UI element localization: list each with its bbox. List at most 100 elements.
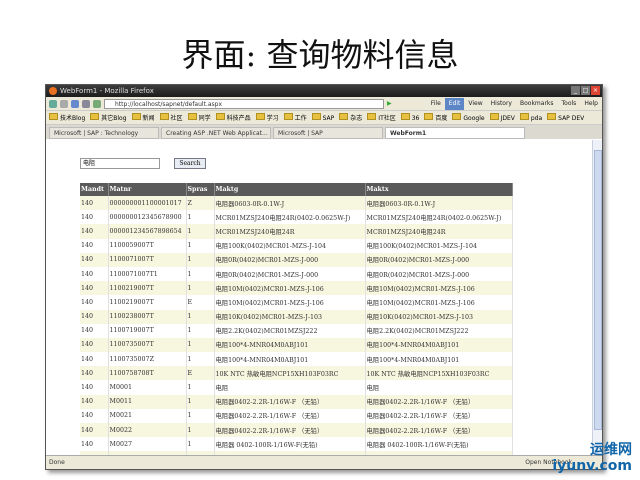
reload-icon[interactable] xyxy=(71,99,79,108)
tab-item[interactable]: Microsoft | SAP xyxy=(273,127,383,139)
cell-maktx: MCR01MZSJ240电阻24R(0402-0.0625W-J) xyxy=(365,210,513,225)
tab-item[interactable]: WebForm1 xyxy=(385,127,525,139)
search-input[interactable]: 电阻 xyxy=(80,158,160,169)
cell-matnr: 1100071007T xyxy=(108,252,187,267)
tab-item[interactable]: Creating ASP .NET Web Applicat... xyxy=(161,127,271,139)
bookmark-item[interactable]: JDEV xyxy=(490,113,515,122)
watermark-en: iyunv.com xyxy=(552,458,632,474)
go-icon[interactable]: ▶ xyxy=(387,100,392,107)
cell-maktx: 电阻10K(0402)MCR01-MZS-J-103 xyxy=(365,309,513,324)
column-header-maktg[interactable]: Maktg xyxy=(214,183,366,196)
cell-maktx: 电阻器0603-0R-0.1W-J xyxy=(365,196,513,211)
cell-mandt: 140 xyxy=(80,366,109,381)
column-header-maktx[interactable]: Maktx xyxy=(365,183,513,196)
bookmark-item[interactable]: pda xyxy=(520,113,542,122)
cell-matnr: 1100219007T xyxy=(108,281,187,296)
cell-mandt: 140 xyxy=(80,266,109,282)
cell-mandt: 140 xyxy=(80,252,109,267)
bookmark-item[interactable]: 技术Blog xyxy=(49,113,85,122)
minimize-button[interactable]: _ xyxy=(571,86,580,95)
cell-spras: 1 xyxy=(186,380,215,395)
bookmark-item[interactable]: 社区 xyxy=(160,113,183,122)
bookmark-item[interactable]: 科技产品 xyxy=(216,113,251,122)
cell-maktx: MCR01MZSJ240电阻24R xyxy=(365,224,513,239)
bookmark-item[interactable]: 新闻 xyxy=(132,113,155,122)
home-icon[interactable] xyxy=(93,99,101,108)
table-row: 140 1100071007T 1 电阻0R(0402)MCR01-MZS-J-000… xyxy=(80,252,513,267)
watermark: 运维网 iyunv.com xyxy=(552,442,632,474)
cell-maktg: 电阻10K(0402)MCR01-MZS-J-103 xyxy=(214,309,366,324)
bookmark-item[interactable]: 工作 xyxy=(284,113,307,122)
column-header-matnr[interactable]: Matnr xyxy=(108,183,187,196)
search-button[interactable]: Search xyxy=(174,158,206,169)
cell-matnr: 1100219007T xyxy=(108,295,187,310)
bookmark-item[interactable]: Google xyxy=(452,113,484,122)
cell-maktx: 电阻100*4-MNR04M0ABJ101 xyxy=(365,352,513,367)
tab-item[interactable]: Microsoft | SAP : Technology xyxy=(49,127,159,139)
cell-maktx: 电阻器0402-2.2R-1/16W-F （无铅） xyxy=(365,394,513,409)
cell-maktx: 电阻器 0402-100R-1/16W-F(无铅) xyxy=(365,437,513,452)
table-row: 140 1100735007Z 1 电阻100*4-MNR04M0ABJ101 电阻10… xyxy=(80,352,513,367)
close-button[interactable]: × xyxy=(591,86,600,95)
cell-matnr: 1100719007T xyxy=(108,323,187,338)
firefox-icon xyxy=(49,87,57,95)
cell-mandt: 140 xyxy=(80,423,109,438)
table-row: 140 M0027 1 电阻器 0402-100R-1/16W-F(无铅) 电阻器 04… xyxy=(80,437,513,452)
cell-matnr: 000000012345678900 xyxy=(108,210,187,225)
menu-tools[interactable]: Tools xyxy=(558,98,581,110)
cell-spras: 1 xyxy=(186,423,215,438)
bookmark-item[interactable]: 杂志 xyxy=(339,113,362,122)
table-row: 140 1100059007T 1 电阻100K(0402)MCR01-MZS-J-1… xyxy=(80,238,513,253)
cell-spras: 1 xyxy=(186,394,215,409)
nav-toolbar: http://localhost/sapnet/default.aspx ▶ F… xyxy=(46,97,602,111)
back-icon[interactable] xyxy=(49,99,57,108)
bookmark-item[interactable]: 百度 xyxy=(424,113,447,122)
cell-maktg: 电阻器0402-2.2R-1/16W-F （无铅） xyxy=(214,394,366,409)
menu-file[interactable]: File xyxy=(427,98,445,110)
column-header-mandt[interactable]: Mandt xyxy=(80,183,109,196)
cell-mandt: 140 xyxy=(80,323,109,338)
cell-spras: 1 xyxy=(186,224,215,239)
maximize-button[interactable]: □ xyxy=(581,86,590,95)
bookmark-item[interactable]: 其它Blog xyxy=(90,113,126,122)
cell-maktg: 电阻10M(0402)MCR01-MZS-J-106 xyxy=(214,281,366,296)
bookmark-item[interactable]: 同学 xyxy=(188,113,211,122)
cell-maktx: 电阻器0402-2.2R-1/16W-F （无铅） xyxy=(365,423,513,438)
bookmark-item[interactable]: 36 xyxy=(401,113,420,122)
cell-maktg: 电阻100K(0402)MCR01-MZS-J-104 xyxy=(214,238,366,253)
cell-matnr: 000001234567898654 xyxy=(108,224,187,239)
cell-spras: 1 xyxy=(186,252,215,267)
stop-icon[interactable] xyxy=(82,99,90,108)
cell-spras: 1 xyxy=(186,238,215,253)
cell-maktx: 电阻 xyxy=(365,380,513,395)
cell-matnr: 1100758708T xyxy=(108,366,187,381)
cell-maktg: 电阻器0402-2.2R-1/16W-F （无铅） xyxy=(214,408,366,423)
cell-spras: E xyxy=(186,295,215,310)
tab-bar: Microsoft | SAP : Technology Creating ASP… xyxy=(46,125,602,139)
table-row: 140 1100758708T E 10K NTC 热敏电阻NCP15XH103F03… xyxy=(80,366,513,381)
column-header-spras[interactable]: Spras xyxy=(186,183,215,196)
menu-history[interactable]: History xyxy=(487,98,516,110)
menu-bookmarks[interactable]: Bookmarks xyxy=(516,98,558,110)
bookmark-item[interactable]: IT社区 xyxy=(367,113,395,122)
results-table: Mandt Matnr Spras Maktg Maktx 140 00000000110… xyxy=(80,183,513,456)
vertical-scrollbar[interactable] xyxy=(592,140,602,456)
menu-view[interactable]: View xyxy=(464,98,486,110)
menu-help[interactable]: Help xyxy=(580,98,602,110)
menu-bar: File Edit View History Bookmarks Tools Help xyxy=(427,97,602,110)
cell-spras: 1 xyxy=(186,323,215,338)
forward-icon[interactable] xyxy=(60,99,68,108)
menu-edit[interactable]: Edit xyxy=(444,97,465,110)
scrollbar-thumb[interactable] xyxy=(594,150,602,430)
cell-mandt: 140 xyxy=(80,281,109,296)
url-input[interactable]: http://localhost/sapnet/default.aspx xyxy=(104,98,384,109)
bookmark-item[interactable]: SAP DEV xyxy=(547,113,584,122)
cell-maktx: 电阻100*4-MNR04M0ABJ101 xyxy=(365,337,513,353)
cell-maktx: 电阻100K(0402)MCR01-MZS-J-104 xyxy=(365,238,513,253)
cell-mandt: 140 xyxy=(80,238,109,253)
bookmark-item[interactable]: SAP xyxy=(312,113,335,122)
bookmark-item[interactable]: 学习 xyxy=(256,113,279,122)
cell-matnr: 1100071007T1 xyxy=(108,266,187,282)
cell-matnr: M0001 xyxy=(108,380,187,395)
cell-spras: 1 xyxy=(186,309,215,324)
